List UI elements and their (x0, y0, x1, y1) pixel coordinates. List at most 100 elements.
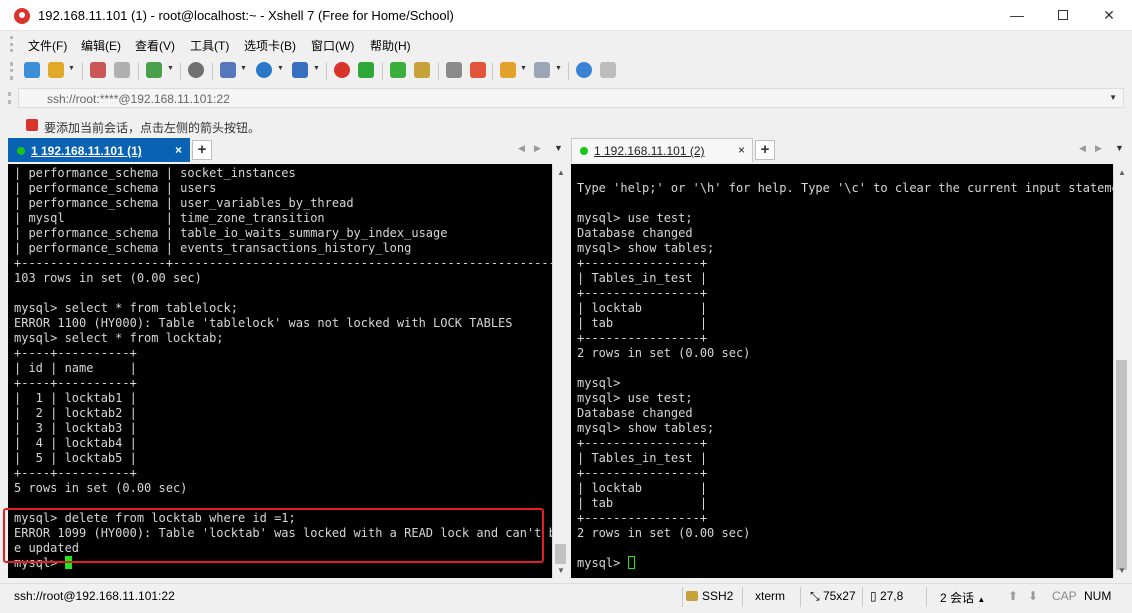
terminal-line: | tab | (577, 496, 708, 510)
chevron-down-icon[interactable]: ▼ (277, 65, 284, 72)
keyboard-icon[interactable] (446, 62, 462, 78)
status-size: ⤡ 75x27 (810, 589, 856, 604)
close-tab-icon[interactable]: × (738, 143, 745, 157)
chat-icon[interactable] (600, 62, 616, 78)
menu-edit[interactable]: 编辑(E) (81, 37, 121, 54)
terminal-line: mysql> (577, 376, 621, 390)
tab-prev-icon[interactable]: ◀ (518, 143, 525, 154)
highlight-icon[interactable] (470, 62, 486, 78)
right-terminal[interactable]: Type 'help;' or '\h' for help. Type '\c'… (571, 164, 1119, 578)
status-separator (862, 587, 863, 607)
terminal-line: ERROR 1100 (HY000): Table 'tablelock' wa… (14, 316, 513, 330)
menu-window[interactable]: 窗口(W) (311, 37, 354, 54)
menu-tabs[interactable]: 选项卡(B) (244, 37, 296, 54)
chevron-down-icon[interactable]: ▼ (313, 65, 320, 72)
scroll-thumb[interactable] (555, 544, 566, 564)
status-separator (742, 587, 743, 607)
disconnect-icon[interactable] (114, 62, 130, 78)
status-sessions[interactable]: 2 会话 ▲ (940, 589, 985, 606)
chevron-down-icon[interactable]: ▼ (555, 65, 562, 72)
find-icon[interactable] (188, 62, 204, 78)
globe-icon[interactable] (256, 62, 272, 78)
toolbar-separator (568, 62, 569, 80)
terminal-line: mysql> use test; (577, 211, 693, 225)
lock-icon[interactable] (414, 62, 430, 78)
chevron-down-icon[interactable]: ▼ (167, 65, 174, 72)
maximize-button[interactable] (1040, 0, 1086, 31)
xmanager-icon[interactable] (358, 62, 374, 78)
menu-view[interactable]: 查看(V) (135, 37, 175, 54)
terminal-line: +----------------+ (577, 511, 708, 525)
tab-list-icon[interactable]: ▼ (554, 143, 563, 153)
terminal-line: | locktab | (577, 301, 708, 315)
status-protocol: SSH2 (686, 589, 733, 603)
layout-icon[interactable] (534, 62, 550, 78)
scroll-up-icon[interactable]: ▲ (557, 168, 565, 177)
scroll-down-icon[interactable]: ▼ (1118, 566, 1126, 575)
terminal-line: +----+----------+ (14, 376, 137, 390)
terminal-cursor (627, 556, 635, 569)
fullscreen-icon[interactable] (390, 62, 406, 78)
transfer-icon[interactable] (220, 62, 236, 78)
terminal-line: +----------------+ (577, 436, 708, 450)
properties-icon[interactable] (146, 62, 162, 78)
terminal-line: Database changed (577, 226, 693, 240)
terminal-line: mysql> show tables; (577, 421, 715, 435)
terminal-line: 103 rows in set (0.00 sec) (14, 271, 202, 285)
add-tab-button[interactable]: + (192, 140, 212, 160)
tab-next-icon[interactable]: ▶ (1095, 143, 1102, 154)
prev-session-icon[interactable]: ⬆ (1008, 589, 1018, 603)
terminal-line: +----------------+ (577, 286, 708, 300)
terminal-line: +----------------+ (577, 331, 708, 345)
minimize-button[interactable]: — (994, 0, 1040, 31)
terminal-line: | mysql | time_zone_transition (14, 211, 325, 225)
status-separator (682, 587, 683, 607)
tab-next-icon[interactable]: ▶ (534, 143, 541, 154)
new-session-icon[interactable] (24, 62, 40, 78)
terminal-line: mysql> use test; (577, 391, 693, 405)
compose-icon[interactable] (500, 62, 516, 78)
xftp-icon[interactable] (334, 62, 350, 78)
terminal-line: +--------------------+------------------… (14, 256, 564, 270)
menu-help[interactable]: 帮助(H) (370, 37, 411, 54)
chevron-down-icon[interactable]: ▼ (520, 65, 527, 72)
left-tab-strip: 1 192.168.11.101 (1) × + ◀ ▶ ▼ (8, 138, 568, 162)
chevron-up-icon[interactable]: ▲ (977, 595, 985, 604)
add-tab-button[interactable]: + (755, 140, 775, 160)
tab-prev-icon[interactable]: ◀ (1079, 143, 1086, 154)
right-scrollbar[interactable]: ▲ ▼ (1113, 164, 1129, 578)
tab-session-2[interactable]: 1 192.168.11.101 (2) × (571, 138, 753, 162)
left-scrollbar[interactable]: ▲ ▼ (552, 164, 568, 578)
close-tab-icon[interactable]: × (175, 143, 182, 157)
right-tab-strip: 1 192.168.11.101 (2) × + ◀ ▶ ▼ (571, 138, 1129, 162)
cursor-position-icon: ▯ (870, 589, 880, 603)
status-caps: CAP (1052, 589, 1077, 603)
status-protocol-text: SSH2 (702, 589, 734, 603)
next-session-icon[interactable]: ⬇ (1028, 589, 1038, 603)
menu-file[interactable]: 文件(F) (28, 37, 67, 54)
terminal-prompt-line: mysql> (577, 556, 1119, 571)
scroll-down-icon[interactable]: ▼ (557, 566, 565, 575)
close-window-button[interactable]: ✕ (1086, 0, 1132, 31)
terminal-line: +----+----------+ (14, 466, 137, 480)
terminal-line: +----------------+ (577, 466, 708, 480)
terminal-line: 5 rows in set (0.00 sec) (14, 481, 188, 495)
chevron-down-icon[interactable]: ▼ (240, 65, 247, 72)
reconnect-icon[interactable] (90, 62, 106, 78)
font-icon[interactable] (292, 62, 308, 78)
tab-list-icon[interactable]: ▼ (1115, 143, 1124, 153)
scroll-up-icon[interactable]: ▲ (1118, 168, 1126, 177)
help-icon[interactable] (576, 62, 592, 78)
tab-label: 1 192.168.11.101 (1) (31, 144, 142, 158)
menu-tools[interactable]: 工具(T) (190, 37, 229, 54)
address-grip (8, 92, 11, 104)
bookmark-icon[interactable] (26, 119, 38, 131)
scroll-thumb[interactable] (1116, 360, 1127, 570)
address-bar[interactable]: ssh://root:****@192.168.11.101:22 ▼ (18, 88, 1124, 108)
chevron-down-icon[interactable]: ▼ (1109, 93, 1117, 102)
open-folder-icon[interactable] (48, 62, 64, 78)
tab-session-1[interactable]: 1 192.168.11.101 (1) × (8, 138, 190, 162)
address-input[interactable]: ssh://root:****@192.168.11.101:22 (47, 92, 230, 106)
chevron-down-icon[interactable]: ▼ (68, 65, 75, 72)
